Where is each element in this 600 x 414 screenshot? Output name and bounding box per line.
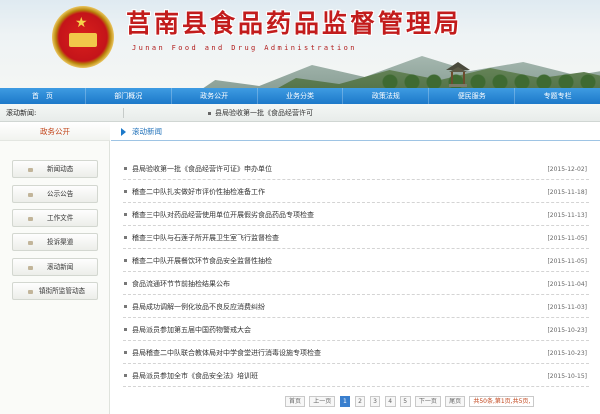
news-item[interactable]: 食品流通环节节前抽检结果公布 [2015-11-04] (123, 274, 589, 295)
nav-item-topics[interactable]: 专题专栏 (515, 88, 600, 104)
news-ticker: 滚动新闻: 县局验收第一批《食品经营许可 (0, 104, 600, 122)
bullet-icon (124, 213, 127, 216)
bullet-icon (28, 217, 33, 221)
news-item[interactable]: 县局稽查二中队联合教体局对中学食堂进行消毒设施专项检查 [2015-10-23] (123, 343, 589, 364)
sidebar-item-rolling-news[interactable]: 滚动新闻 (12, 258, 98, 276)
emblem-gate (69, 33, 97, 47)
last-page-button[interactable]: 尾页 (445, 396, 466, 407)
bullet-icon (28, 168, 33, 172)
page-4-button[interactable]: 4 (384, 396, 396, 407)
bullet-icon (124, 190, 127, 193)
nav-item-government-affairs[interactable]: 政务公开 (172, 88, 258, 104)
news-item[interactable]: 稽查二中队开展餐饮环节食品安全监督性抽检 [2015-11-05] (123, 251, 589, 272)
sidebar-item-announcements[interactable]: 公示公告 (12, 185, 98, 203)
main-content: 滚动新闻 县局验收第一批《食品经营许可证》申办单位 [2015-12-02] 稽… (111, 122, 600, 414)
news-item[interactable]: 稽查三中队对药品经营使用单位开展假劣食品药品专项检查 [2015-11-13] (123, 205, 589, 226)
bullet-icon (28, 266, 33, 270)
bullet-icon (28, 290, 33, 294)
bullet-icon (124, 351, 127, 354)
national-emblem-logo[interactable]: ★ (52, 6, 114, 68)
sidebar: 政务公开 新闻动态 公示公告 工作文件 投诉渠道 滚动新闻 镇街所监管动态 (0, 122, 110, 414)
sidebar-item-label: 公示公告 (47, 190, 74, 198)
sidebar-item-documents[interactable]: 工作文件 (12, 209, 98, 227)
banner-trees (380, 70, 600, 88)
news-title[interactable]: 县局成功调解一例化妆品不良反应消费纠纷 (132, 297, 265, 318)
news-date: [2015-11-03] (547, 304, 587, 311)
news-item[interactable]: 稽查二中队扎实做好市评价性抽检准备工作 [2015-11-18] (123, 182, 589, 203)
arrow-right-icon (121, 128, 126, 136)
ticker-bullet-icon (208, 112, 211, 115)
site-header: ★ 莒南县食品药品监督管理局 Junan Food and Drug Admin… (0, 0, 600, 88)
news-title[interactable]: 稽查二中队扎实做好市评价性抽检准备工作 (132, 182, 265, 203)
site-subtitle: Junan Food and Drug Administration (132, 44, 357, 52)
news-item[interactable]: 县局派员参加第五届中国药物警戒大会 [2015-10-23] (123, 320, 589, 341)
ticker-divider (123, 108, 124, 118)
news-title[interactable]: 县局验收第一批《食品经营许可证》申办单位 (132, 159, 272, 180)
prev-page-button[interactable]: 上一页 (309, 396, 336, 407)
sidebar-item-news[interactable]: 新闻动态 (12, 160, 98, 178)
section-title: 滚动新闻 (132, 127, 162, 136)
page-3-button[interactable]: 3 (369, 396, 381, 407)
nav-item-policy[interactable]: 政策法规 (343, 88, 430, 104)
news-item[interactable]: 县局验收第一批《食品经营许可证》申办单位 [2015-12-02] (123, 159, 589, 180)
nav-item-business[interactable]: 业务分类 (258, 88, 344, 104)
news-date: [2015-11-18] (547, 189, 587, 196)
news-title[interactable]: 稽查三中队对药品经营使用单位开展假劣食品药品专项检查 (132, 205, 314, 226)
news-title[interactable]: 稽查三中队与石莲子所开展卫生室飞行监督检查 (132, 228, 279, 249)
ticker-label: 滚动新闻: (6, 109, 37, 117)
site-title: 莒南县食品药品监督管理局 (126, 9, 463, 38)
pavilion-icon (446, 62, 470, 87)
news-item[interactable]: 县局成功调解一例化妆品不良反应消费纠纷 [2015-11-03] (123, 297, 589, 318)
news-date: [2015-11-05] (547, 235, 587, 242)
bullet-icon (124, 259, 127, 262)
nav-item-about[interactable]: 部门概况 (86, 88, 172, 104)
sidebar-item-label: 滚动新闻 (47, 263, 74, 271)
page-2-button[interactable]: 2 (354, 396, 366, 407)
news-date: [2015-11-13] (547, 212, 587, 219)
nav-item-home[interactable]: 首 页 (0, 88, 86, 104)
sidebar-item-label: 投诉渠道 (47, 238, 74, 246)
sidebar-item-town-supervision[interactable]: 镇街所监管动态 (12, 282, 98, 300)
bullet-icon (124, 374, 127, 377)
sidebar-item-label: 新闻动态 (47, 165, 74, 173)
sidebar-item-label: 镇街所监管动态 (39, 287, 86, 295)
bullet-icon (28, 241, 33, 245)
page-1-button[interactable]: 1 (339, 396, 351, 407)
news-date: [2015-12-02] (547, 166, 587, 173)
page-5-button[interactable]: 5 (399, 396, 411, 407)
pagination: 首页 上一页 1 2 3 4 5 下一页 尾页 共50条,第1页,共5页, (285, 396, 536, 408)
section-header: 滚动新闻 (111, 122, 600, 141)
news-date: [2015-10-23] (547, 350, 587, 357)
emblem-star-icon: ★ (75, 15, 88, 31)
bullet-icon (124, 236, 127, 239)
nav-item-services[interactable]: 便民服务 (429, 88, 516, 104)
news-title[interactable]: 县局派员参加第五届中国药物警戒大会 (132, 320, 251, 341)
news-title[interactable]: 稽查二中队开展餐饮环节食品安全监督性抽检 (132, 251, 272, 272)
news-date: [2015-10-23] (547, 327, 587, 334)
next-page-button[interactable]: 下一页 (414, 396, 441, 407)
news-title[interactable]: 县局稽查二中队联合教体局对中学食堂进行消毒设施专项检查 (132, 343, 321, 364)
pagination-info: 共50条,第1页,共5页, (469, 396, 535, 407)
ticker-link[interactable]: 县局验收第一批《食品经营许可 (215, 104, 313, 122)
sidebar-title: 政务公开 (0, 122, 110, 141)
main-nav: 首 页 部门概况 政务公开 业务分类 政策法规 便民服务 专题专栏 (0, 88, 600, 104)
sidebar-item-label: 工作文件 (47, 214, 74, 222)
bullet-icon (124, 305, 127, 308)
first-page-button[interactable]: 首页 (285, 396, 306, 407)
sidebar-item-complaints[interactable]: 投诉渠道 (12, 233, 98, 251)
bullet-icon (124, 328, 127, 331)
news-date: [2015-11-04] (547, 281, 587, 288)
news-date: [2015-10-15] (547, 373, 587, 380)
news-title[interactable]: 食品流通环节节前抽检结果公布 (132, 274, 230, 295)
news-date: [2015-11-05] (547, 258, 587, 265)
news-title[interactable]: 县局派员参加全市《食品安全法》培训班 (132, 366, 258, 387)
bullet-icon (124, 282, 127, 285)
bullet-icon (124, 167, 127, 170)
news-item[interactable]: 稽查三中队与石莲子所开展卫生室飞行监督检查 [2015-11-05] (123, 228, 589, 249)
bullet-icon (28, 193, 33, 197)
news-item[interactable]: 县局派员参加全市《食品安全法》培训班 [2015-10-15] (123, 366, 589, 387)
